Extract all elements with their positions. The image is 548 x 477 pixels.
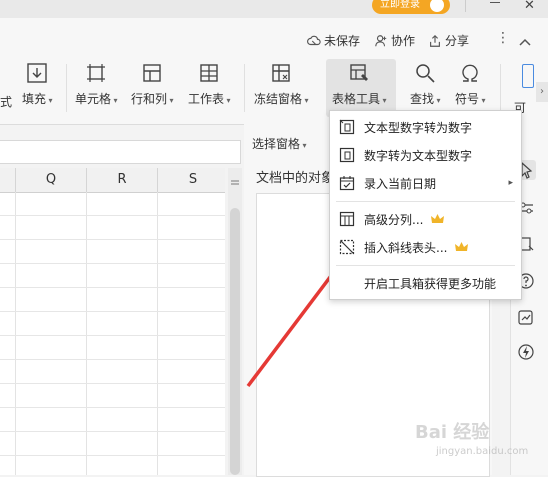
objects-label: 文档中的对象 xyxy=(256,171,335,186)
person-icon xyxy=(375,34,387,46)
menu-item-label: 文本型数字转为数字 xyxy=(364,120,473,135)
share-label: 分享 xyxy=(445,34,470,48)
menu-item-advanced-split[interactable]: 高级分列... xyxy=(330,205,521,233)
crown-icon xyxy=(455,242,469,251)
calendar-check-icon xyxy=(339,176,355,191)
partial-icon-left xyxy=(0,62,8,84)
menu-item-label: 插入斜线表头... xyxy=(364,240,448,255)
column-header-edge xyxy=(0,168,16,192)
cell-button[interactable]: 单元格 xyxy=(75,62,118,114)
scroll-handle-icon[interactable] xyxy=(230,172,240,185)
table-row[interactable] xyxy=(0,408,225,432)
table-row[interactable] xyxy=(0,216,225,240)
titlebar-divider xyxy=(465,0,466,12)
watermark: Bai 经验 xyxy=(415,422,490,443)
worksheet-icon xyxy=(200,64,218,82)
cell-label: 单元格 xyxy=(75,90,118,107)
fill-label: 填充 xyxy=(22,90,53,107)
menu-item-label: 录入当前日期 xyxy=(364,176,437,191)
table-row[interactable] xyxy=(0,192,225,216)
cell-icon xyxy=(87,64,106,82)
column-header-q[interactable]: Q xyxy=(16,168,87,192)
split-columns-icon xyxy=(339,211,355,227)
menu-item-label: 高级分列... xyxy=(364,212,424,227)
find-button[interactable]: 查找 xyxy=(410,62,441,114)
omega-icon xyxy=(462,64,478,82)
diagonal-header-icon xyxy=(339,239,355,255)
table-row[interactable] xyxy=(0,336,225,360)
table-tools-icon xyxy=(350,64,369,81)
table-row[interactable] xyxy=(0,384,225,408)
unsaved-label: 未保存 xyxy=(324,34,361,48)
find-label: 查找 xyxy=(410,90,441,107)
column-header-s[interactable]: S xyxy=(158,168,225,192)
table-tools-menu: 文本型数字转为数字 数字转为文本型数字 录入当前日期 ▸ 高级分列... 插入斜… xyxy=(329,110,522,300)
rows-columns-button[interactable]: 行和列 xyxy=(131,62,174,114)
menu-item-insert-date[interactable]: 录入当前日期 ▸ xyxy=(330,169,521,197)
table-row[interactable] xyxy=(0,456,225,475)
watermark-url: jingyan.baidu.com xyxy=(436,446,529,457)
chevron-right-icon: ▸ xyxy=(508,178,513,188)
unsaved-status[interactable]: 未保存 xyxy=(307,32,360,49)
table-row[interactable] xyxy=(0,240,225,264)
column-header: Q R S xyxy=(0,168,225,193)
menu-separator xyxy=(336,265,515,266)
table-row[interactable] xyxy=(0,432,225,456)
column-header-r[interactable]: R xyxy=(87,168,158,192)
close-icon[interactable]: ✕ xyxy=(524,0,535,13)
collab-button[interactable]: 协作 xyxy=(374,32,415,49)
formula-bar[interactable] xyxy=(0,140,241,164)
collab-label: 协作 xyxy=(391,34,416,48)
freeze-panes-icon xyxy=(272,64,290,82)
fill-down-icon xyxy=(27,63,47,83)
table-row[interactable] xyxy=(0,312,225,336)
spreadsheet-grid[interactable]: Q R S xyxy=(0,168,225,475)
lightning-icon[interactable] xyxy=(516,342,536,362)
chevron-up-icon[interactable] xyxy=(518,32,532,46)
number-to-text-icon xyxy=(339,147,355,163)
partial-icon-right xyxy=(522,64,534,88)
menu-item-number-to-text[interactable]: 数字转为文本型数字 xyxy=(330,141,521,169)
menu-item-diagonal-header[interactable]: 插入斜线表头... xyxy=(330,233,521,261)
crown-icon xyxy=(431,214,445,223)
worksheet-label: 工作表 xyxy=(188,90,231,107)
share-button[interactable]: 分享 xyxy=(428,32,469,49)
more-icon[interactable]: ⋮ xyxy=(496,30,510,46)
table-row[interactable] xyxy=(0,264,225,288)
ribbon-scroll-right-icon[interactable]: › xyxy=(536,82,548,102)
table-tools-label: 表格工具 xyxy=(332,90,387,107)
table-row[interactable] xyxy=(0,360,225,384)
selection-pane-title[interactable]: 选择窗格 xyxy=(252,135,307,152)
freeze-panes-label: 冻结窗格 xyxy=(254,90,309,107)
fill-button[interactable]: 填充 xyxy=(22,62,53,114)
menu-item-text-to-number[interactable]: 文本型数字转为数字 xyxy=(330,113,521,141)
ribbon-partial-left[interactable]: 式 xyxy=(0,93,12,110)
ribbon-separator xyxy=(66,64,67,112)
menu-separator xyxy=(336,201,515,202)
share-icon xyxy=(430,34,440,47)
worksheet-button[interactable]: 工作表 xyxy=(188,62,231,114)
menu-item-label: 数字转为文本型数字 xyxy=(364,148,473,163)
search-icon xyxy=(416,64,435,83)
table-row[interactable] xyxy=(0,288,225,312)
table-tools-button[interactable]: 表格工具 xyxy=(332,62,387,114)
chart-icon[interactable] xyxy=(516,308,536,328)
symbol-label: 符号 xyxy=(455,90,486,107)
scrollbar-thumb[interactable] xyxy=(230,208,240,475)
menu-item-label: 开启工具箱获得更多功能 xyxy=(364,276,497,291)
rows-columns-label: 行和列 xyxy=(131,90,174,107)
cloud-icon xyxy=(307,35,321,45)
ribbon-separator xyxy=(500,64,501,112)
menu-item-open-toolbox[interactable]: 开启工具箱获得更多功能 xyxy=(330,269,521,297)
freeze-panes-button[interactable]: 冻结窗格 xyxy=(254,62,309,114)
rows-columns-icon xyxy=(143,64,161,82)
symbol-button[interactable]: 符号 xyxy=(455,62,486,114)
minimize-icon[interactable] xyxy=(490,2,500,3)
ribbon-separator xyxy=(244,64,245,112)
text-to-number-icon xyxy=(339,119,355,135)
